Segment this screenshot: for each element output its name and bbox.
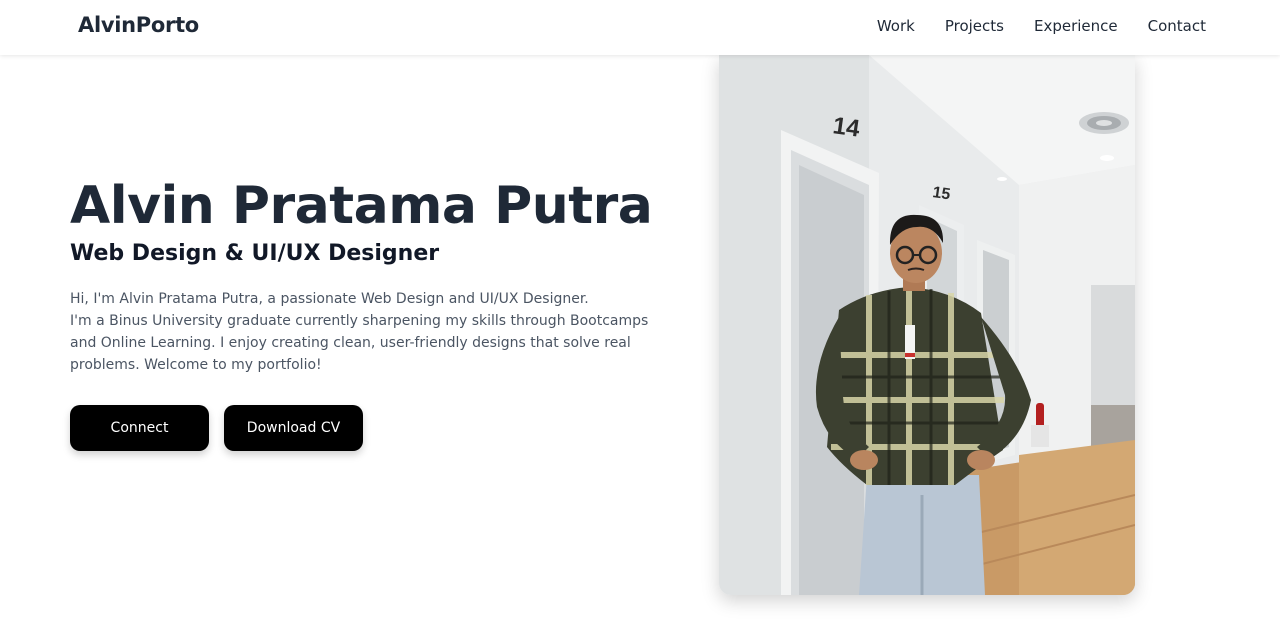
door-number-15: 15 bbox=[931, 184, 951, 203]
top-navbar: AlvinPorto Work Projects Experience Cont… bbox=[0, 0, 1280, 55]
hero-name: Alvin Pratama Putra bbox=[70, 176, 653, 236]
site-logo[interactable]: AlvinPorto bbox=[78, 13, 199, 37]
profile-photo-illustration: 14 15 bbox=[719, 55, 1135, 595]
hero-bio-line: I'm a Binus University graduate currentl… bbox=[70, 313, 649, 373]
nav-menu: Work Projects Experience Contact bbox=[847, 17, 1206, 35]
nav-link-contact[interactable]: Contact bbox=[1148, 17, 1206, 35]
nav-link-experience[interactable]: Experience bbox=[1034, 17, 1118, 35]
hero-role: Web Design & UI/UX Designer bbox=[70, 241, 440, 266]
connect-button[interactable]: Connect bbox=[70, 405, 209, 451]
hero-bio: Hi, I'm Alvin Pratama Putra, a passionat… bbox=[70, 288, 660, 376]
hero-bio-line: Hi, I'm Alvin Pratama Putra, a passionat… bbox=[70, 291, 589, 307]
download-cv-button[interactable]: Download CV bbox=[224, 405, 363, 451]
nav-link-projects[interactable]: Projects bbox=[945, 17, 1004, 35]
nav-link-work[interactable]: Work bbox=[877, 17, 915, 35]
profile-photo: 14 15 bbox=[719, 55, 1135, 595]
door-number-14: 14 bbox=[831, 112, 862, 143]
